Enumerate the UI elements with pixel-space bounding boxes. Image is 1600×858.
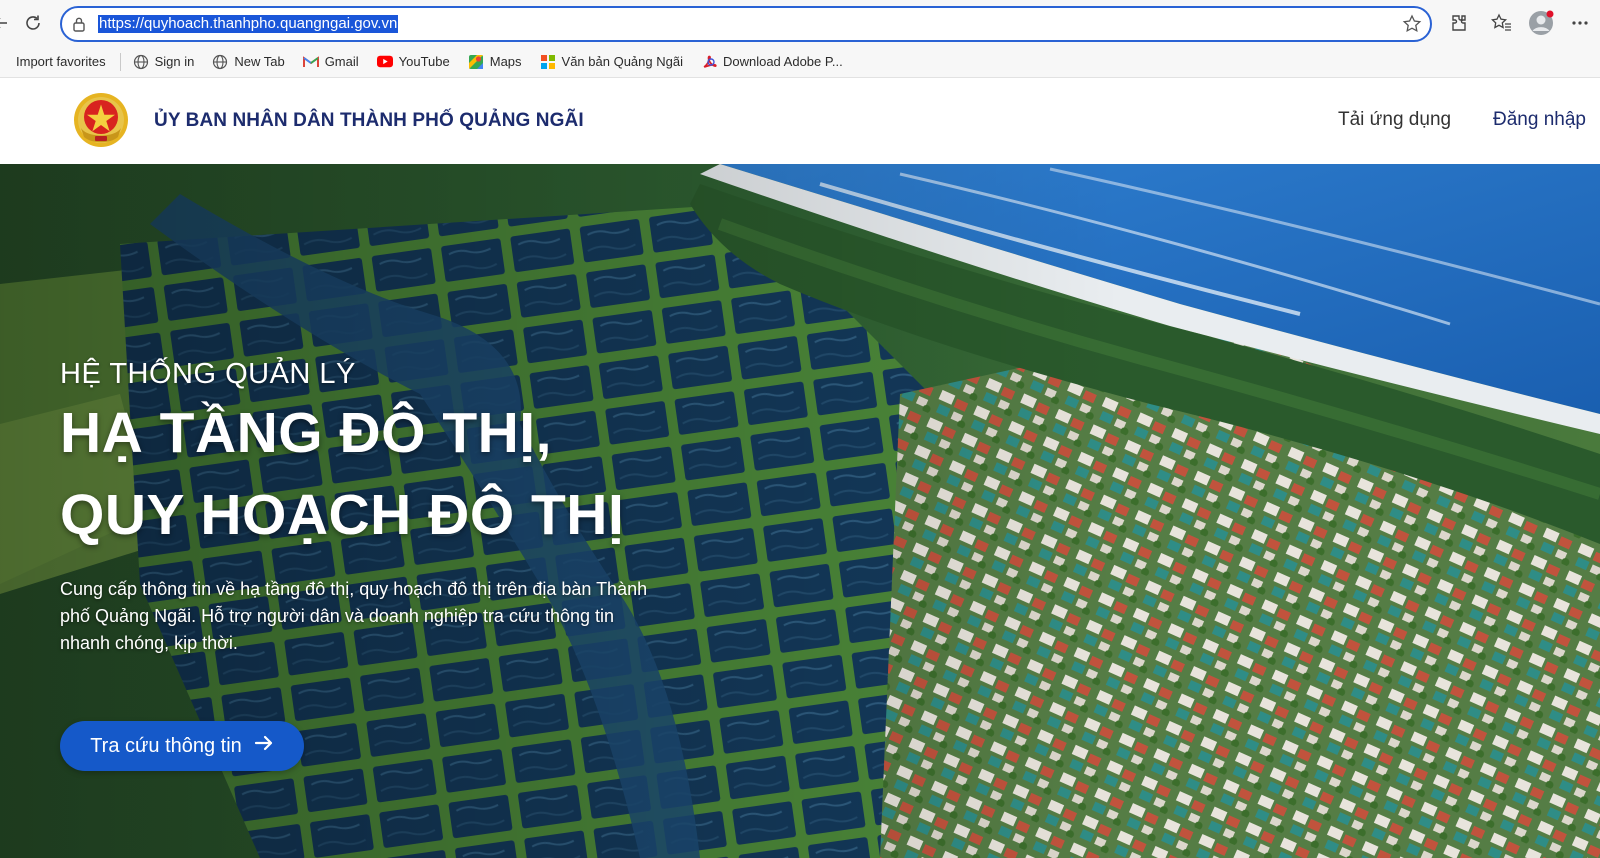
favorite-label: New Tab bbox=[234, 54, 285, 69]
favorite-label: Văn bản Quảng Ngãi bbox=[561, 54, 683, 69]
lookup-info-label: Tra cứu thông tin bbox=[90, 734, 242, 757]
favorite-adobe[interactable]: Download Adobe P... bbox=[701, 54, 843, 70]
favorite-label: Import favorites bbox=[16, 54, 106, 69]
address-bar[interactable]: https://quyhoach.thanhpho.quangngai.gov.… bbox=[60, 6, 1432, 42]
favorite-maps[interactable]: Maps bbox=[468, 54, 522, 70]
hero-title-line2: QUY HOẠCH ĐÔ THỊ bbox=[60, 483, 625, 547]
profile-avatar-icon[interactable] bbox=[1526, 8, 1556, 38]
favorite-new-tab[interactable]: New Tab bbox=[212, 54, 285, 70]
maps-icon bbox=[468, 54, 484, 70]
favorite-label: Sign in bbox=[154, 54, 195, 69]
favorites-collection-icon[interactable] bbox=[1487, 8, 1517, 38]
favorite-sign-in[interactable]: Sign in bbox=[133, 54, 195, 70]
nav-download-app[interactable]: Tải ứng dụng bbox=[1338, 109, 1451, 131]
favorite-label: Download Adobe P... bbox=[722, 54, 843, 69]
favorite-label: Maps bbox=[489, 54, 522, 69]
hero-description: Cung cấp thông tin về hạ tầng đô thị, qu… bbox=[60, 579, 648, 653]
gmail-icon bbox=[302, 54, 319, 70]
favorite-star-icon[interactable] bbox=[1402, 14, 1422, 39]
organization-name[interactable]: ỦY BAN NHÂN DÂN THÀNH PHỐ QUẢNG NGÃI bbox=[154, 110, 584, 132]
lock-icon[interactable] bbox=[72, 16, 86, 37]
favorites-bar: Import favorites Sign in New Tab Gmail Y… bbox=[0, 46, 1600, 78]
url-text[interactable]: https://quyhoach.thanhpho.quangngai.gov.… bbox=[98, 15, 399, 33]
arrow-right-icon bbox=[254, 734, 274, 758]
back-arrow-icon[interactable] bbox=[0, 8, 16, 38]
favorite-van-ban[interactable]: Văn bản Quảng Ngãi bbox=[540, 54, 683, 70]
youtube-icon bbox=[376, 54, 393, 70]
hero-banner: HỆ THỐNG QUẢN LÝ HẠ TẦNG ĐÔ THỊ, QUY HOẠ… bbox=[0, 164, 1600, 858]
national-emblem-logo[interactable] bbox=[73, 92, 129, 148]
hero-title-line1: HẠ TẦNG ĐÔ THỊ, bbox=[60, 401, 552, 465]
browser-toolbar: https://quyhoach.thanhpho.quangngai.gov.… bbox=[0, 0, 1600, 46]
favorite-label: Gmail bbox=[324, 54, 359, 69]
hero-kicker: HỆ THỐNG QUẢN LÝ bbox=[60, 358, 356, 390]
favorite-gmail[interactable]: Gmail bbox=[302, 54, 359, 70]
site-header: ỦY BAN NHÂN DÂN THÀNH PHỐ QUẢNG NGÃI Tải… bbox=[0, 78, 1600, 164]
more-options-icon[interactable] bbox=[1565, 8, 1595, 38]
refresh-icon[interactable] bbox=[18, 8, 48, 38]
import-icon bbox=[0, 54, 10, 70]
adobe-icon bbox=[701, 54, 717, 70]
lookup-info-button[interactable]: Tra cứu thông tin bbox=[60, 721, 304, 771]
globe-icon bbox=[212, 54, 228, 70]
favorite-import[interactable]: Import favorites bbox=[0, 54, 106, 70]
favorite-label: YouTube bbox=[398, 54, 450, 69]
nav-login[interactable]: Đăng nhập bbox=[1493, 109, 1586, 131]
globe-icon bbox=[133, 54, 149, 70]
favorites-divider bbox=[119, 52, 121, 71]
grid-icon bbox=[540, 54, 556, 70]
favorite-youtube[interactable]: YouTube bbox=[376, 54, 450, 70]
extensions-icon[interactable] bbox=[1444, 8, 1474, 38]
